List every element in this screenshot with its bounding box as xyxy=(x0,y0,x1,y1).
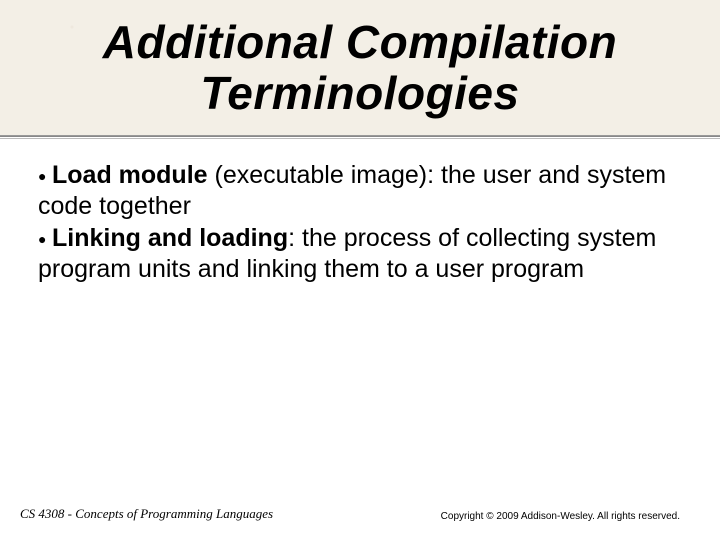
footer: CS 4308 - Concepts of Programming Langua… xyxy=(0,506,720,522)
footer-course: CS 4308 - Concepts of Programming Langua… xyxy=(20,506,273,522)
content-area: ●Load module (executable image): the use… xyxy=(0,142,720,284)
slide-title: Additional Compilation Terminologies xyxy=(0,17,720,118)
bullet-term: Load module xyxy=(52,161,208,189)
bullet-term: Linking and loading xyxy=(52,224,288,252)
footer-copyright: Copyright © 2009 Addison-Wesley. All rig… xyxy=(441,511,700,522)
bullet-icon: ● xyxy=(38,168,52,185)
bullet-item: ●Load module (executable image): the use… xyxy=(38,160,682,221)
bullet-icon: ● xyxy=(38,231,52,248)
bullet-item: ●Linking and loading: the process of col… xyxy=(38,223,682,284)
header-band: Additional Compilation Terminologies xyxy=(0,0,720,136)
